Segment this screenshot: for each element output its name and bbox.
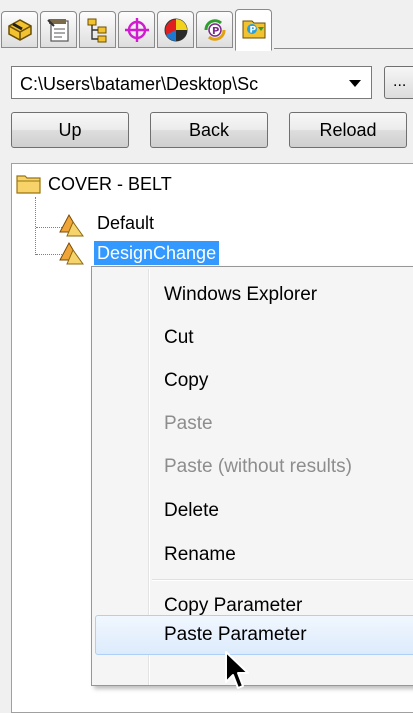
tab-tree[interactable] <box>79 11 116 48</box>
path-combobox[interactable]: C:\Users\batamer\Desktop\Sc <box>11 66 372 99</box>
tree-item[interactable]: Default <box>97 211 154 235</box>
appearance-icon <box>164 18 188 42</box>
back-button[interactable]: Back <box>150 112 268 148</box>
up-button[interactable]: Up <box>11 112 129 148</box>
mouse-cursor-icon <box>225 651 249 689</box>
menu-item-paste-without-results[interactable]: Paste (without results) <box>164 449 352 485</box>
svg-text:P: P <box>250 26 257 36</box>
toolbar-divider <box>274 48 413 49</box>
context-menu: Windows Explorer Cut Copy Paste Paste (w… <box>91 266 413 686</box>
configuration-icon <box>59 241 84 265</box>
properties-icon <box>47 19 69 42</box>
menu-item-cut[interactable]: Cut <box>164 320 194 356</box>
parameter-library-icon: P <box>242 20 266 39</box>
menu-item-copy[interactable]: Copy <box>164 363 208 399</box>
tree-icon <box>87 18 107 43</box>
menu-item-windows-explorer[interactable]: Windows Explorer <box>164 277 317 313</box>
menu-item-rename[interactable]: Rename <box>164 537 236 573</box>
refresh-p-icon: P <box>204 19 226 41</box>
parts-icon <box>8 19 32 41</box>
tab-parts[interactable] <box>1 11 38 48</box>
tab-properties[interactable] <box>40 11 77 48</box>
tab-appearance[interactable] <box>157 11 194 48</box>
tree-connector <box>35 197 36 255</box>
menu-item-paste-parameter[interactable]: Paste Parameter <box>164 617 307 653</box>
tab-refresh-parameters[interactable]: P <box>196 11 233 48</box>
chevron-down-icon[interactable] <box>349 80 361 87</box>
tab-target[interactable] <box>118 11 155 48</box>
reload-button[interactable]: Reload <box>289 112 407 148</box>
browse-button[interactable]: ... <box>384 66 413 99</box>
tree-item-selected[interactable]: DesignChange <box>94 241 220 265</box>
path-value: C:\Users\batamer\Desktop\Sc <box>20 74 259 94</box>
folder-icon <box>16 175 41 194</box>
tree-root-label[interactable]: COVER - BELT <box>48 172 172 196</box>
tab-parameter-library[interactable]: P <box>235 9 272 51</box>
tab-toolbar: P P <box>0 0 413 62</box>
target-icon <box>125 18 149 42</box>
svg-text:P: P <box>212 26 219 37</box>
menu-separator <box>152 579 413 581</box>
menu-item-paste[interactable]: Paste <box>164 406 213 442</box>
configuration-icon <box>59 213 84 237</box>
menu-item-delete[interactable]: Delete <box>164 493 219 529</box>
